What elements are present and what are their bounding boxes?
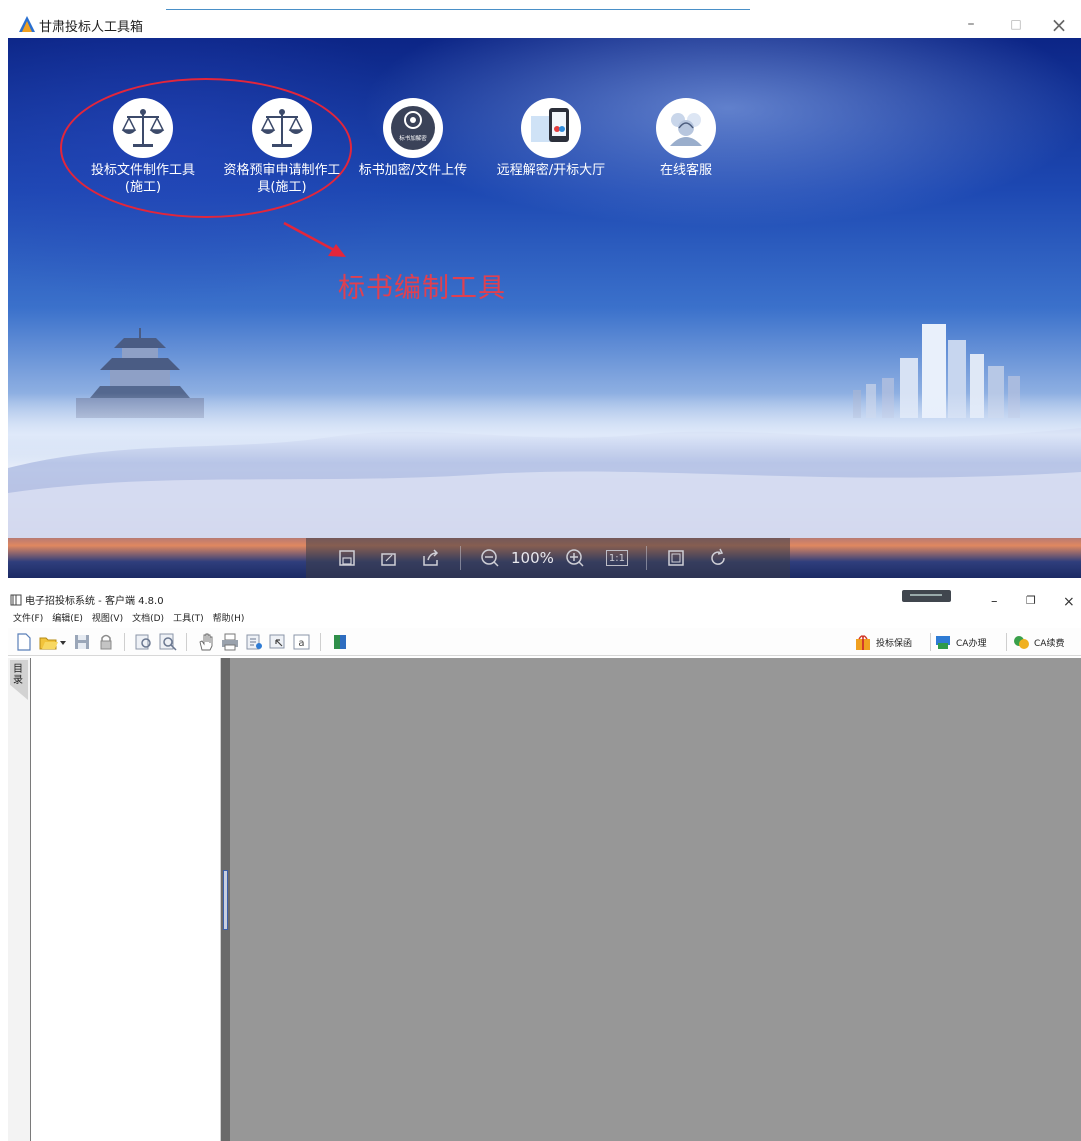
actual-size-label: 1:1 (605, 550, 628, 566)
client-titlebar: 电子招投标系统 - 客户端 4.8.0 (10, 592, 164, 607)
annotation-ellipse (60, 78, 352, 218)
menu-document[interactable]: 文档(D) (132, 611, 164, 624)
app-logo-icon (19, 16, 35, 32)
zoom-in-icon[interactable] (558, 546, 592, 570)
main-toolbar: a 投标保函 CA办理 CA续费 (8, 628, 1081, 656)
ca-apply-button[interactable]: CA办理 (934, 632, 986, 652)
tool-label: 在线客服 (659, 163, 712, 178)
svg-text:a: a (298, 638, 304, 649)
document-area (230, 658, 1081, 1141)
hand-tool-icon[interactable] (196, 632, 216, 652)
menu-help[interactable]: 帮助(H) (213, 611, 245, 624)
ca-apply-label: CA办理 (956, 638, 987, 649)
menu-file[interactable]: 文件(F) (13, 611, 43, 624)
minimize-button[interactable]: – (991, 594, 998, 609)
titlebar-widget[interactable] (902, 590, 951, 602)
divider (1006, 633, 1007, 651)
navigation-strip (8, 658, 30, 1141)
ca-renew-button[interactable]: CA续费 (1012, 632, 1064, 652)
tool-remote-decrypt-hall[interactable]: 远程解密/开标大厅 (486, 98, 616, 179)
select-text-icon[interactable] (268, 632, 288, 652)
annotation-arrow-icon (283, 221, 346, 257)
gift-bag-icon (856, 635, 870, 650)
toolbox-banner: 投标文件制作工具 (施工) 资格预审申请制作工 具(施工) 标书加解密 标书加密… (8, 38, 1081, 578)
panel-splitter[interactable] (221, 658, 230, 1141)
document-tool-icon[interactable] (244, 632, 264, 652)
tool-label: 远程解密/开标大厅 (496, 163, 606, 178)
text-tool-icon[interactable]: a (292, 632, 312, 652)
share-icon[interactable] (414, 546, 448, 570)
toolbox-titlebar: 甘肃投标人工具箱 – □ (8, 10, 1081, 38)
ca-renew-icon (1014, 636, 1029, 649)
client-title: 电子招投标系统 - 客户端 4.8.0 (25, 596, 164, 607)
divider (124, 633, 125, 651)
menu-bar: 文件(F) 编辑(E) 视图(V) 文档(D) 工具(T) 帮助(H) (13, 611, 244, 624)
zoom-out-icon[interactable] (473, 546, 507, 570)
tool-encrypt-upload[interactable]: 标书加解密 标书加密/文件上传 (348, 98, 478, 179)
zoom-level: 100% (511, 549, 554, 567)
open-folder-icon[interactable] (38, 632, 58, 652)
lock-icon[interactable] (96, 632, 116, 652)
app-icon (10, 594, 22, 606)
divider (320, 633, 321, 651)
customer-service-icon (656, 98, 716, 158)
divider (186, 633, 187, 651)
find-icon[interactable] (134, 632, 154, 652)
tool-online-support[interactable]: 在线客服 (626, 98, 746, 179)
fit-window-icon[interactable] (659, 546, 693, 570)
print-icon[interactable] (220, 632, 240, 652)
annotation-label: 标书编制工具 (338, 273, 506, 304)
divider (930, 633, 931, 651)
menu-edit[interactable]: 编辑(E) (52, 611, 83, 624)
client-window: 电子招投标系统 - 客户端 4.8.0 – ❐ × 文件(F) 编辑(E) 视图… (0, 580, 1081, 1141)
maximize-button[interactable]: □ (1006, 14, 1026, 34)
new-document-icon[interactable] (14, 632, 34, 652)
restore-size-icon[interactable] (372, 546, 406, 570)
toolbox-title: 甘肃投标人工具箱 (39, 20, 144, 35)
toolbox-window: 甘肃投标人工具箱 – □ × 投标文件制作工具 (施工) 资格预审申请制作工 具… (0, 0, 1081, 580)
save-icon[interactable] (330, 546, 364, 570)
menu-view[interactable]: 视图(V) (92, 611, 123, 624)
contents-panel (30, 658, 221, 1141)
rotate-icon[interactable] (701, 546, 735, 570)
actual-size-button[interactable]: 1:1 (600, 546, 634, 570)
close-button[interactable]: × (1063, 594, 1075, 610)
splitter-grip[interactable] (223, 870, 228, 930)
tool-label: 标书加密/文件上传 (358, 163, 468, 178)
menu-tools[interactable]: 工具(T) (173, 611, 204, 624)
save-icon[interactable] (72, 632, 92, 652)
minimize-button[interactable]: – (961, 14, 981, 34)
ca-card-icon (936, 636, 950, 649)
horizon-haze (8, 393, 1081, 463)
book-icon[interactable] (330, 632, 350, 652)
tablet-icon (521, 98, 581, 158)
close-button[interactable]: × (1045, 12, 1073, 38)
image-viewer-toolbar: 100% 1:1 (306, 538, 790, 578)
bid-guarantee-label: 投标保函 (876, 638, 913, 649)
encrypt-badge-text: 标书加解密 (399, 134, 427, 142)
ca-renew-label: CA续费 (1034, 638, 1065, 649)
zoom-page-icon[interactable] (158, 632, 178, 652)
dropdown-arrow-icon[interactable] (58, 632, 68, 652)
bid-guarantee-button[interactable]: 投标保函 (854, 632, 912, 652)
encrypt-badge-icon: 标书加解密 (383, 98, 443, 158)
divider (645, 546, 647, 570)
restore-button[interactable]: ❐ (1026, 594, 1036, 607)
divider (460, 546, 461, 570)
